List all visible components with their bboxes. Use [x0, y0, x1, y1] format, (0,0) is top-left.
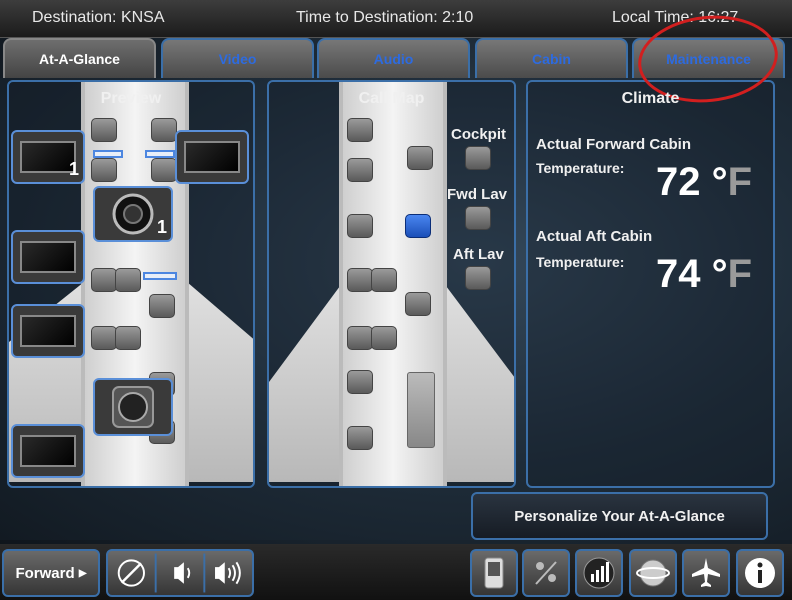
- aft-temp-number: 74: [656, 252, 701, 296]
- aft-temperature-value: 74 °F: [656, 252, 752, 297]
- time-to-destination-text: Time to Destination: 2:10: [296, 9, 474, 26]
- phone-icon: [484, 557, 504, 589]
- bottom-toolbar: Forward ▶: [0, 544, 792, 600]
- forward-temperature-label: Temperature:: [536, 160, 625, 176]
- forward-cabin-label: Actual Forward Cabin: [536, 136, 692, 153]
- tab-video[interactable]: Video: [161, 38, 314, 78]
- forward-zone-button[interactable]: Forward ▶: [2, 549, 100, 597]
- degree-symbol: °: [711, 160, 728, 204]
- seat[interactable]: [115, 268, 141, 292]
- preview-title: Preview: [100, 90, 162, 107]
- airplane-icon: [692, 558, 720, 587]
- seat-indicator: [93, 150, 123, 158]
- seat[interactable]: [347, 158, 373, 182]
- seat-call-active[interactable]: [405, 214, 431, 238]
- monitor-thumbnail[interactable]: [11, 230, 85, 284]
- camera-dome[interactable]: 1: [93, 186, 173, 242]
- volume-down-icon: [174, 562, 191, 584]
- lighting-button[interactable]: [522, 549, 570, 597]
- seat[interactable]: [347, 370, 373, 394]
- aft-cabin-label: Actual Aft Cabin: [536, 228, 653, 245]
- right-wing: [187, 282, 253, 482]
- left-wing: [269, 282, 343, 482]
- speaker-icon: [112, 386, 154, 428]
- monitor-thumbnail[interactable]: [11, 304, 85, 358]
- forward-temp-number: 72: [656, 160, 701, 204]
- seat[interactable]: [407, 146, 433, 170]
- unit-fahrenheit: F: [727, 252, 753, 296]
- signal-icon: [583, 557, 615, 589]
- cockpit-call-icon[interactable]: [465, 146, 491, 170]
- seat[interactable]: [115, 326, 141, 350]
- climate-panel: Climate Actual Forward Cabin Temperature…: [526, 80, 775, 488]
- seat[interactable]: [347, 268, 373, 292]
- aft-temperature-label: Temperature:: [536, 254, 625, 270]
- fwd-lav-call-icon[interactable]: [465, 206, 491, 230]
- preview-panel: Preview 1 1: [7, 80, 255, 488]
- seat[interactable]: [91, 158, 117, 182]
- info-icon: [745, 558, 775, 588]
- seat[interactable]: [347, 426, 373, 450]
- seat-indicator: [143, 272, 177, 280]
- volume-up-icon: [215, 561, 241, 585]
- info-button[interactable]: [736, 549, 784, 597]
- seat[interactable]: [405, 292, 431, 316]
- tab-at-a-glance[interactable]: At-A-Glance: [3, 38, 156, 78]
- monitor-thumbnail[interactable]: [11, 424, 85, 478]
- degree-symbol: °: [711, 252, 728, 296]
- globe-icon: [636, 559, 670, 587]
- seat[interactable]: [347, 118, 373, 142]
- seat[interactable]: [91, 268, 117, 292]
- seat[interactable]: [151, 118, 177, 142]
- forward-label: Forward: [15, 564, 75, 582]
- tab-cabin[interactable]: Cabin: [475, 38, 628, 78]
- aft-lav-call-icon[interactable]: [465, 266, 491, 290]
- seat[interactable]: [371, 326, 397, 350]
- volume-control-graphic: [117, 553, 241, 593]
- camera-number: 1: [156, 217, 167, 237]
- phone-button[interactable]: [470, 549, 518, 597]
- volume-control: [106, 549, 254, 597]
- seat[interactable]: [149, 294, 175, 318]
- monitor-thumbnail[interactable]: [175, 130, 249, 184]
- globe-button[interactable]: [629, 549, 677, 597]
- seat-indicator: [145, 150, 175, 158]
- call-map-title: Call Map: [358, 90, 425, 107]
- seat[interactable]: [347, 326, 373, 350]
- mute-icon: [117, 559, 145, 587]
- cockpit-label: Cockpit: [451, 126, 507, 143]
- camera-dome-icon: [112, 193, 154, 235]
- camera-number: 1: [68, 159, 79, 179]
- seat[interactable]: [371, 268, 397, 292]
- airplane-button[interactable]: [682, 549, 730, 597]
- call-map-panel: Call Map Cockpit Fwd Lav Aft Lav: [267, 80, 516, 488]
- speaker-thumbnail[interactable]: [93, 378, 173, 436]
- unit-fahrenheit: F: [727, 160, 753, 204]
- tab-audio[interactable]: Audio: [317, 38, 470, 78]
- forward-temperature-value: 72 °F: [656, 160, 752, 205]
- fwd-lav-label: Fwd Lav: [447, 186, 508, 203]
- seat[interactable]: [347, 214, 373, 238]
- personalize-button[interactable]: Personalize Your At-A-Glance: [471, 492, 768, 540]
- chevron-right-icon: ▶: [78, 567, 87, 579]
- seat[interactable]: [151, 158, 177, 182]
- right-wing: [443, 282, 514, 482]
- camera-cockpit[interactable]: 1: [11, 130, 85, 184]
- galley-block: [407, 372, 435, 448]
- climate-title: Climate: [621, 90, 680, 107]
- seat[interactable]: [91, 118, 117, 142]
- signal-button[interactable]: [575, 549, 623, 597]
- seat[interactable]: [91, 326, 117, 350]
- destination-text: Destination: KNSA: [32, 9, 165, 26]
- aft-lav-label: Aft Lav: [453, 246, 504, 263]
- lighting-icon: [535, 561, 557, 585]
